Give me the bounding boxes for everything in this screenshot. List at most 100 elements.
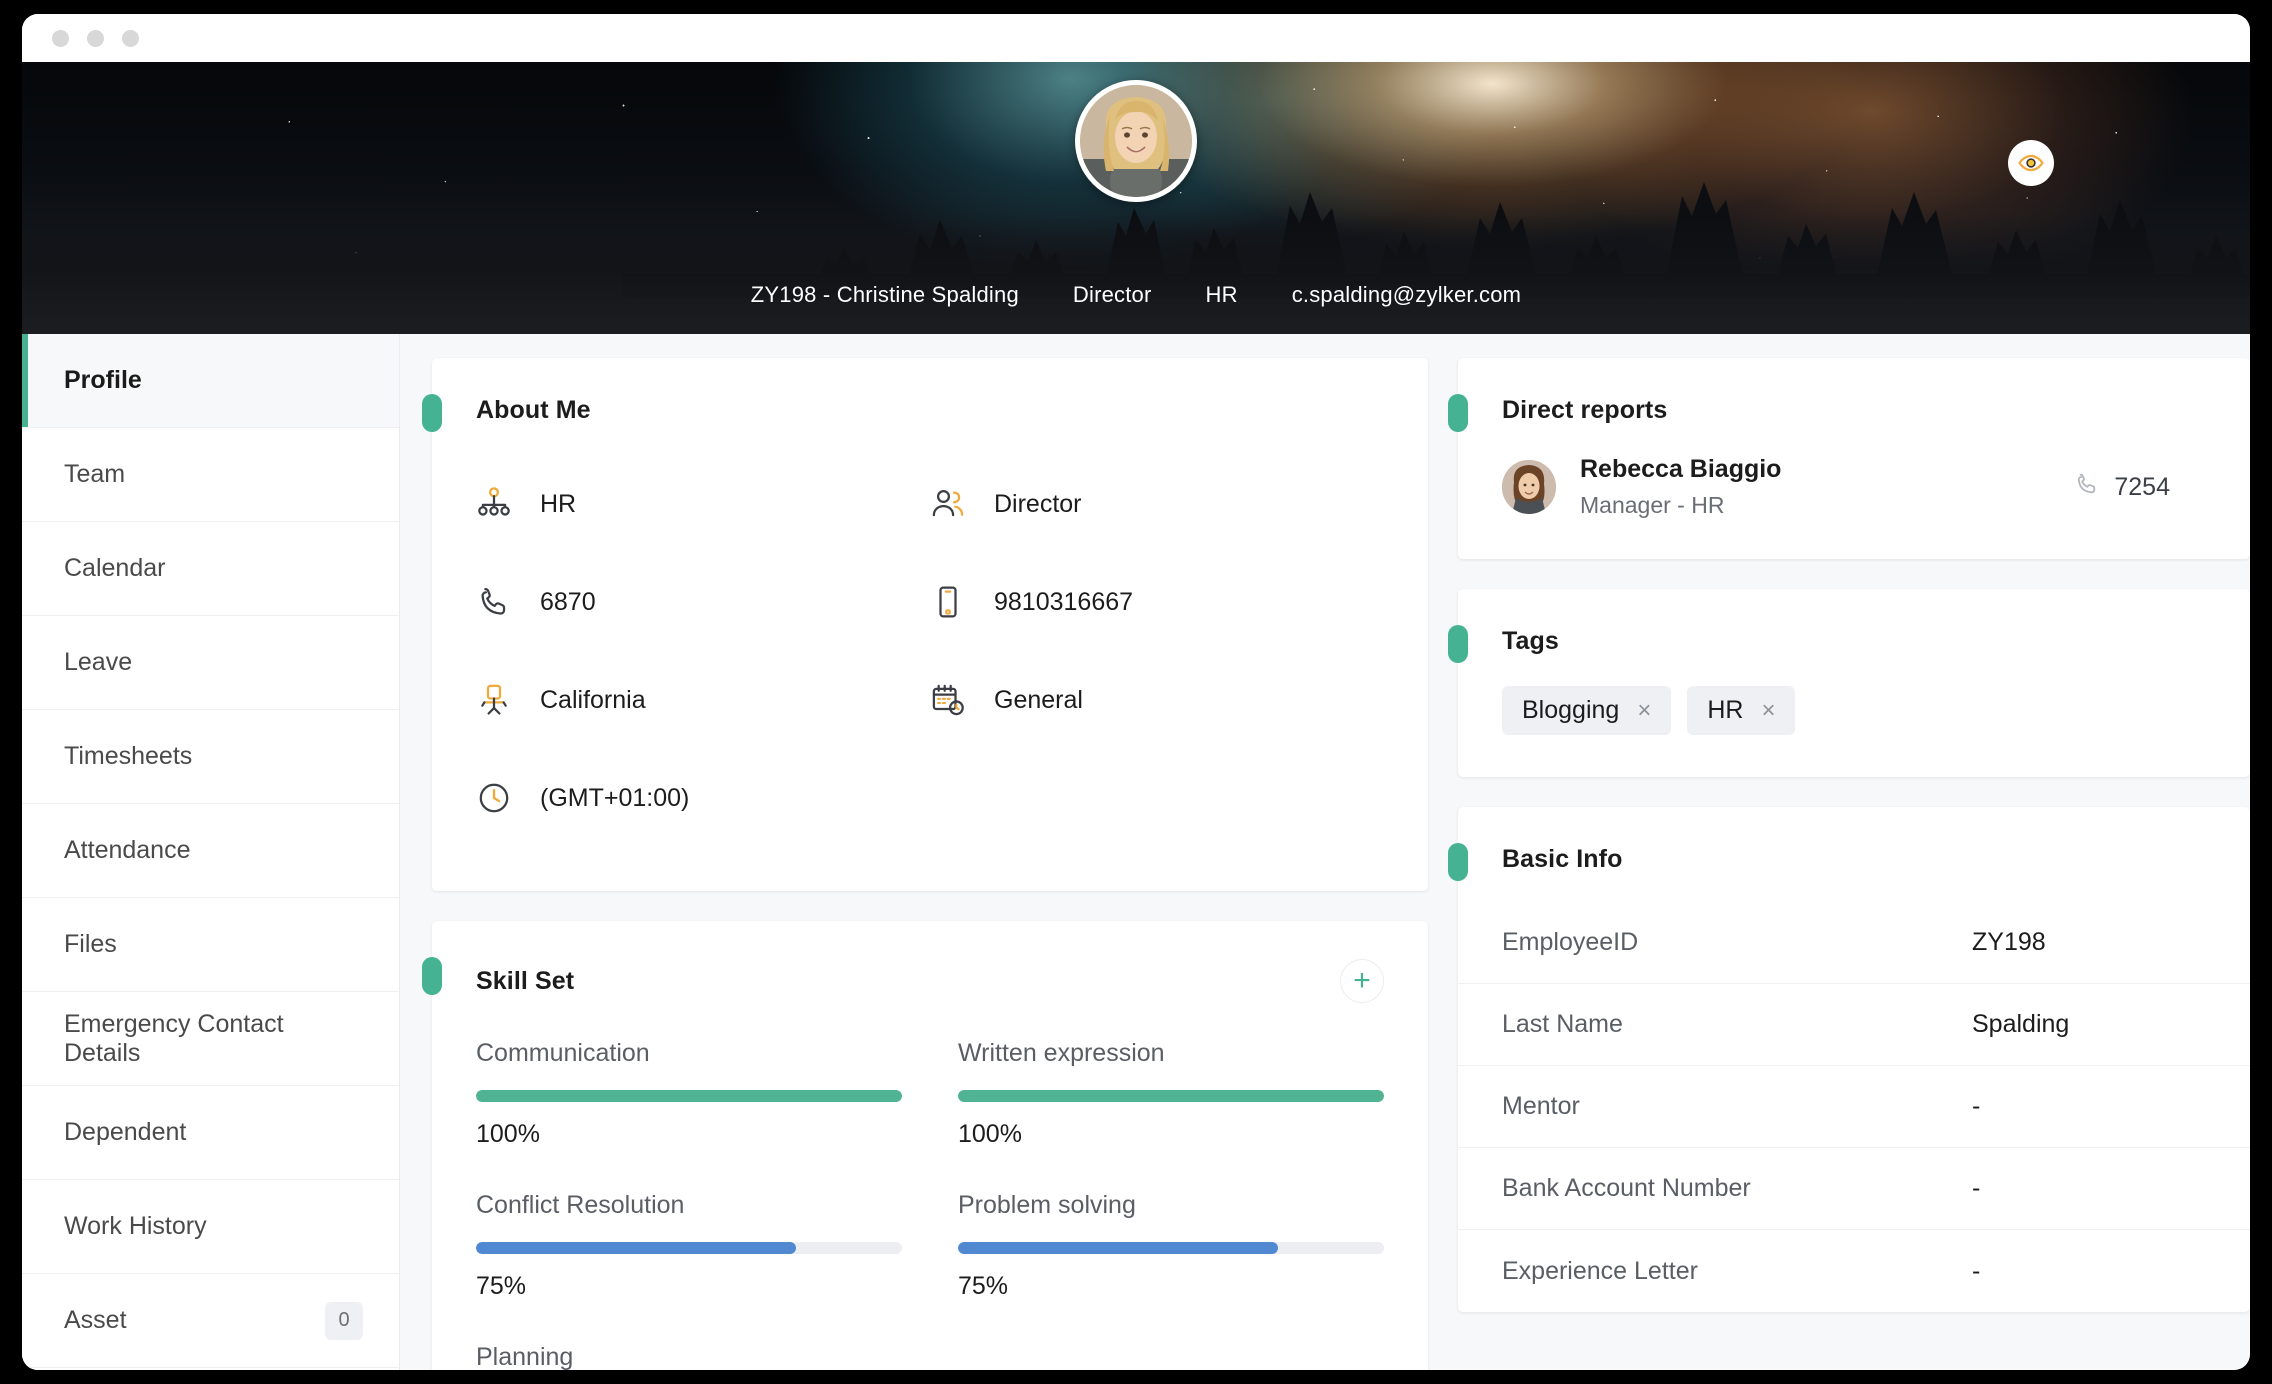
phone-icon: [2074, 471, 2100, 504]
basic-info-value: Spalding: [1972, 1010, 2070, 1038]
basic-info-key: Experience Letter: [1502, 1256, 1698, 1285]
sidebar-item-attendance[interactable]: Attendance: [22, 804, 399, 898]
tag-chip[interactable]: HR ×: [1687, 686, 1796, 735]
banner-gradient-overlay: [22, 214, 2250, 334]
skill-name: Problem solving: [958, 1191, 1136, 1219]
basic-info-key: Last Name: [1502, 1010, 1623, 1038]
skill-name: Written expression: [958, 1039, 1165, 1067]
basic-info-value: -: [1972, 1092, 1981, 1120]
avatar[interactable]: [1075, 80, 1197, 202]
basic-info-row: Last Name Spalding: [1458, 984, 2250, 1066]
basic-info-value: -: [1972, 1256, 1981, 1285]
sidebar-item-badge: 0: [325, 1301, 363, 1340]
skill-progress-track: [958, 1090, 1384, 1102]
about-me-row: (GMT+01:00): [476, 749, 930, 847]
about-me-row: California: [476, 651, 930, 749]
basic-info-key: Bank Account Number: [1502, 1174, 1751, 1202]
skill-item: Conflict Resolution 75%: [476, 1191, 902, 1301]
sidebar-item-calendar[interactable]: Calendar: [22, 522, 399, 616]
about-me-card: About Me HR Director 6870 9810316667 Califor…: [422, 358, 1428, 891]
preview-profile-button[interactable]: [2008, 140, 2054, 186]
sidebar-item-leave[interactable]: Leave: [22, 616, 399, 710]
basic-info-key: Mentor: [1502, 1092, 1580, 1120]
eye-icon: [2018, 154, 2044, 172]
direct-reports-list: Rebecca Biaggio Manager - HR 7254: [1458, 425, 2250, 559]
about-me-value: California: [540, 685, 646, 714]
about-me-row: 6870: [476, 553, 930, 651]
card-accent-tab: [422, 394, 442, 432]
window-minimize-button[interactable]: [87, 29, 104, 47]
tags-title: Tags: [1502, 627, 1559, 655]
skill-progress-fill: [958, 1090, 1384, 1102]
basic-info-row: EmployeeID ZY198: [1458, 902, 2250, 984]
banner-designation: Director: [1072, 282, 1152, 307]
people-icon: [930, 486, 966, 522]
skill-name: Conflict Resolution: [476, 1191, 685, 1219]
banner-department: HR: [1205, 282, 1238, 307]
about-me-row: General: [930, 651, 1384, 749]
about-me-value: 6870: [540, 587, 596, 616]
skill-percent-label: 75%: [476, 1272, 527, 1300]
profile-banner: ZY198 - Christine Spalding Director HR c…: [22, 62, 2250, 334]
sidebar-item-profile[interactable]: Profile: [22, 334, 399, 428]
tag-chip[interactable]: Blogging ×: [1502, 686, 1672, 735]
clock-icon: [476, 780, 512, 816]
sidebar-item-dependent[interactable]: Dependent: [22, 1086, 399, 1180]
basic-info-table: EmployeeID ZY198 Last Name Spalding Mentor - B…: [1458, 874, 2250, 1312]
window-close-button[interactable]: [52, 29, 69, 47]
avatar-photo: [1080, 85, 1192, 197]
about-me-header: About Me: [432, 358, 1428, 425]
skill-item: Planning: [476, 1343, 902, 1370]
skill-percent-label: 100%: [476, 1120, 540, 1148]
sidebar-item-files[interactable]: Files: [22, 898, 399, 992]
basic-info-header: Basic Info: [1458, 807, 2250, 874]
direct-report-row[interactable]: Rebecca Biaggio Manager - HR 7254: [1502, 455, 2206, 519]
close-icon[interactable]: ×: [1637, 698, 1651, 723]
app-window: ZY198 - Christine Spalding Director HR c…: [22, 14, 2250, 1370]
sidebar-item-label: Team: [64, 460, 126, 488]
basic-info-row: Experience Letter -: [1458, 1230, 2250, 1312]
sidebar-item-team[interactable]: Team: [22, 428, 399, 522]
sidebar-item-label: Timesheets: [64, 742, 193, 770]
window-maximize-button[interactable]: [122, 29, 139, 47]
skill-name: Communication: [476, 1039, 650, 1067]
basic-info-card: Basic Info EmployeeID ZY198 Last Name Spald…: [1448, 807, 2250, 1312]
skill-progress-fill: [958, 1242, 1278, 1254]
left-column: About Me HR Director 6870 9810316667 Califor…: [422, 358, 1428, 1370]
skill-set-card: Skill Set + Communication 100% Written exp…: [422, 921, 1428, 1370]
sidebar-item-emergency-contact-details[interactable]: Emergency Contact Details: [22, 992, 399, 1086]
close-icon[interactable]: ×: [1761, 698, 1775, 723]
skill-item: Problem solving 75%: [958, 1191, 1384, 1301]
direct-report-identity: Rebecca Biaggio Manager - HR: [1580, 455, 2050, 519]
page-body: Profile Team Calendar Leave Timesheets Attend…: [22, 334, 2250, 1370]
skill-percent-label: 100%: [958, 1120, 1022, 1148]
card-accent-tab: [1448, 394, 1468, 432]
sidebar-item-work-history[interactable]: Work History: [22, 1180, 399, 1274]
sidebar-item-label: Attendance: [64, 836, 191, 864]
direct-reports-title: Direct reports: [1502, 396, 1668, 424]
banner-meta-strip: ZY198 - Christine Spalding Director HR c…: [22, 282, 2250, 308]
tags-card: Tags Blogging × HR ×: [1448, 589, 2250, 777]
skill-progress-fill: [476, 1090, 902, 1102]
sidebar-item-label: Profile: [64, 366, 142, 394]
skill-progress-track: [476, 1242, 902, 1254]
direct-report-name: Rebecca Biaggio: [1580, 455, 1782, 483]
sidebar-item-timesheets[interactable]: Timesheets: [22, 710, 399, 804]
basic-info-key: EmployeeID: [1502, 928, 1639, 956]
sidebar-item-asset[interactable]: Asset 0: [22, 1274, 399, 1368]
basic-info-title: Basic Info: [1502, 845, 1623, 873]
about-me-row: 9810316667: [930, 553, 1384, 651]
skill-progress-track: [476, 1090, 902, 1102]
mobile-icon: [930, 584, 966, 620]
sidebar-item-label: Emergency Contact Details: [64, 1009, 284, 1067]
skill-item: Written expression 100%: [958, 1039, 1384, 1149]
about-me-value: HR: [540, 489, 577, 518]
basic-info-row: Mentor -: [1458, 1066, 2250, 1148]
banner-employee-name: ZY198 - Christine Spalding: [750, 282, 1019, 307]
card-accent-tab: [422, 957, 442, 995]
skill-item: Communication 100%: [476, 1039, 902, 1149]
skill-set-title: Skill Set: [476, 966, 575, 995]
profile-sidebar: Profile Team Calendar Leave Timesheets Attend…: [22, 334, 400, 1370]
direct-report-phone[interactable]: 7254: [2074, 471, 2206, 504]
add-skill-button[interactable]: +: [1340, 959, 1384, 1003]
